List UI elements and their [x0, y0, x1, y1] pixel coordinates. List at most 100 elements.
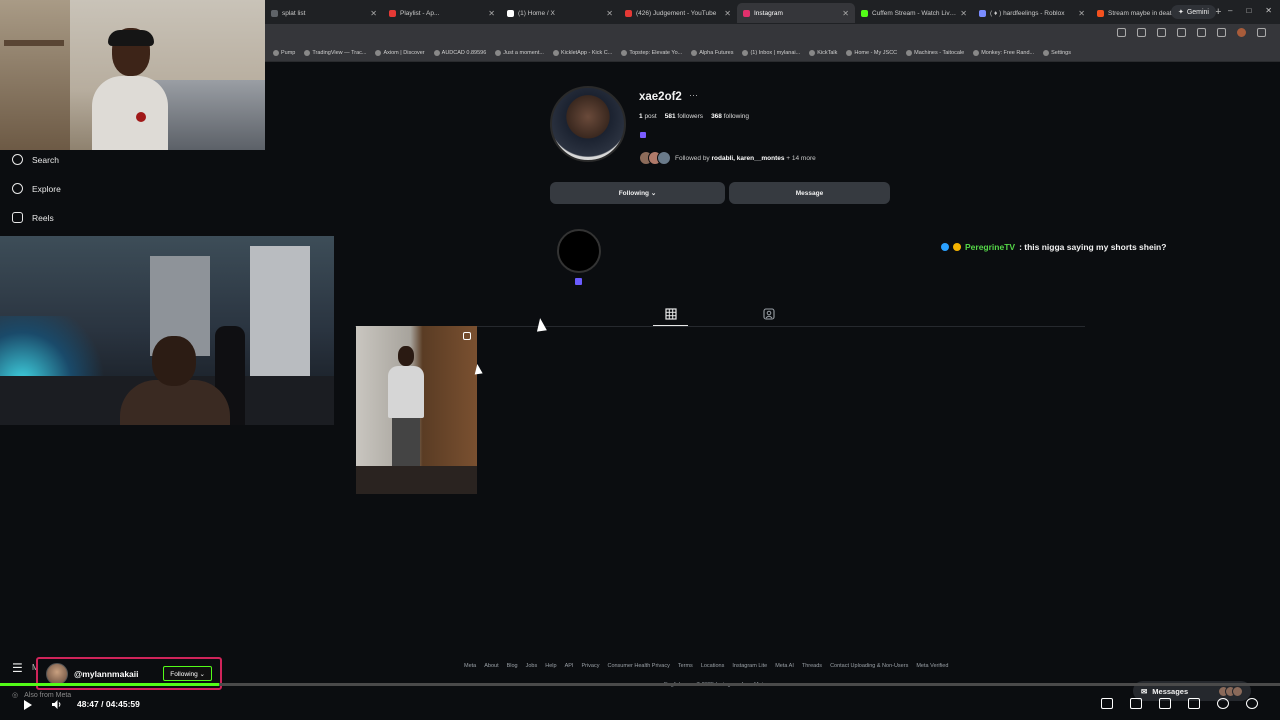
sidebar-item-search[interactable]: Search: [12, 154, 59, 165]
clip-icon[interactable]: [1130, 698, 1142, 709]
minimize-button[interactable]: –: [1228, 6, 1232, 15]
footer-link[interactable]: Meta: [464, 663, 476, 669]
followed-by[interactable]: Followed by rodabli, karen__montes + 14 …: [639, 151, 816, 165]
bookmark-item[interactable]: Settings: [1043, 49, 1071, 56]
close-window-button[interactable]: ✕: [1265, 6, 1272, 15]
footer-link[interactable]: Threads: [802, 663, 822, 669]
streamer-figure: [120, 336, 230, 425]
footer-link[interactable]: Meta AI: [775, 663, 794, 669]
cast-icon[interactable]: [1117, 28, 1126, 37]
kebab-menu-icon[interactable]: [1257, 28, 1266, 37]
bookmark-item[interactable]: Pump: [273, 49, 295, 56]
sidepanel-icon[interactable]: [1197, 28, 1206, 37]
browser-tab[interactable]: splat list ✕: [265, 3, 383, 23]
footer-link[interactable]: Instagram Lite: [732, 663, 767, 669]
footer-link[interactable]: Consumer Health Privacy: [607, 663, 669, 669]
footer-link[interactable]: Contact Uploading & Non-Users: [830, 663, 908, 669]
tab-favicon-icon: [861, 9, 868, 17]
browser-tab[interactable]: Cuffem Stream - Watch Live on ✕: [855, 3, 973, 23]
tab-favicon-icon: [625, 9, 632, 17]
footer-link[interactable]: Help: [545, 663, 556, 669]
footer-link[interactable]: Locations: [701, 663, 725, 669]
bookmark-item[interactable]: Monkey: Free Rand...: [973, 49, 1034, 56]
tab-close-icon[interactable]: ✕: [488, 9, 495, 18]
footer-link[interactable]: API: [565, 663, 574, 669]
download-icon[interactable]: [1177, 28, 1186, 37]
bookmark-favicon-icon: [691, 49, 698, 56]
browser-tab[interactable]: Playlist - Ap... ✕: [383, 3, 501, 23]
browser-tab[interactable]: (426) Judgement - YouTube ✕: [619, 3, 737, 23]
footer-link[interactable]: Meta Verified: [916, 663, 948, 669]
profile-avatar[interactable]: [550, 86, 626, 162]
play-icon[interactable]: [24, 700, 32, 710]
tab-label: splat list: [282, 9, 306, 17]
pip-icon[interactable]: [1101, 698, 1113, 709]
tab-close-icon[interactable]: ✕: [842, 9, 849, 18]
tab-favicon-icon: [743, 9, 750, 17]
tab-close-icon[interactable]: ✕: [1078, 9, 1085, 18]
bookmark-item[interactable]: Topstep: Elevate Yo...: [621, 49, 682, 56]
bookmark-item[interactable]: Alpha Futures: [691, 49, 733, 56]
footer-link[interactable]: Terms: [678, 663, 693, 669]
tab-label: ( ♦ ) hardfeelings - Roblox: [990, 9, 1065, 17]
message-button[interactable]: Message: [729, 182, 890, 204]
followers-count[interactable]: 581 followers: [665, 113, 703, 120]
browser-tab[interactable]: (1) Home / X ✕: [501, 3, 619, 23]
menu-icon[interactable]: ☰: [12, 661, 23, 675]
tab-close-icon[interactable]: ✕: [606, 9, 613, 18]
tab-label: Playlist - Ap...: [400, 9, 440, 17]
theater-mode-icon[interactable]: [1159, 698, 1171, 709]
bookmark-item[interactable]: KickletApp - Kick C...: [552, 49, 612, 56]
sidebar-item-explore[interactable]: Explore: [12, 183, 61, 194]
video-progress-fill: [0, 683, 219, 686]
settings-gear-icon[interactable]: [1246, 698, 1258, 709]
post-thumbnail[interactable]: [356, 326, 477, 494]
footer-link[interactable]: Privacy: [581, 663, 599, 669]
bookmark-item[interactable]: (1) Inbox | mylanai...: [742, 49, 800, 56]
badge-icon: [941, 243, 949, 251]
following-button[interactable]: Following ⌄: [550, 182, 725, 204]
story-highlight[interactable]: [557, 229, 601, 273]
following-count[interactable]: 368 following: [711, 113, 749, 120]
browser-tab[interactable]: ( ♦ ) hardfeelings - Roblox ✕: [973, 3, 1091, 23]
footer-link[interactable]: About: [484, 663, 498, 669]
video-progress[interactable]: [0, 683, 1280, 686]
star-icon[interactable]: [1137, 28, 1146, 37]
gemini-button[interactable]: ✦ Gemini: [1170, 5, 1216, 19]
options-icon[interactable]: ···: [689, 90, 698, 100]
sidebar-item-reels[interactable]: Reels: [12, 212, 54, 223]
tab-favicon-icon: [979, 9, 986, 17]
bookmark-item[interactable]: KickTalk: [809, 49, 837, 56]
grid-icon[interactable]: [665, 308, 677, 320]
tagged-icon[interactable]: [763, 308, 775, 320]
bookmark-item[interactable]: TradingView — Trac...: [304, 49, 366, 56]
sidebar-item-label: Reels: [32, 212, 54, 223]
volume-icon[interactable]: [52, 699, 62, 710]
bookmark-item[interactable]: Axiom | Discover: [375, 49, 425, 56]
extension-icon[interactable]: [1157, 28, 1166, 37]
bookmark-item[interactable]: Just a moment...: [495, 49, 544, 56]
profile-avatar[interactable]: [1237, 28, 1246, 37]
tab-close-icon[interactable]: ✕: [724, 9, 731, 18]
footer-link[interactable]: Jobs: [526, 663, 538, 669]
tab-close-icon[interactable]: ✕: [960, 9, 967, 18]
puzzle-icon[interactable]: [1217, 28, 1226, 37]
streamer-figure: [92, 28, 168, 150]
bookmark-favicon-icon: [973, 49, 980, 56]
tab-close-icon[interactable]: ✕: [370, 9, 377, 18]
bookmark-item[interactable]: Home - My JSCC: [846, 49, 897, 56]
speed-icon[interactable]: [1217, 698, 1229, 709]
maximize-button[interactable]: □: [1246, 6, 1251, 15]
chat-text: : this nigga saying my shorts shein?: [1019, 242, 1167, 252]
webcam-top: [0, 0, 265, 150]
overlay-following-button[interactable]: Following ⌄: [163, 666, 212, 681]
browser-tab[interactable]: Instagram ✕: [737, 3, 855, 23]
bookmark-item[interactable]: AUDCAD 0.89596: [433, 49, 486, 56]
webcam-bottom: [0, 236, 334, 425]
chat-username: PeregrineTV: [965, 242, 1016, 252]
bookmark-favicon-icon: [846, 49, 853, 56]
bookmark-item[interactable]: Machines - Taitocale: [906, 49, 964, 56]
fullscreen-icon[interactable]: [1188, 698, 1200, 709]
gemini-label: Gemini: [1186, 8, 1209, 16]
footer-link[interactable]: Blog: [507, 663, 518, 669]
